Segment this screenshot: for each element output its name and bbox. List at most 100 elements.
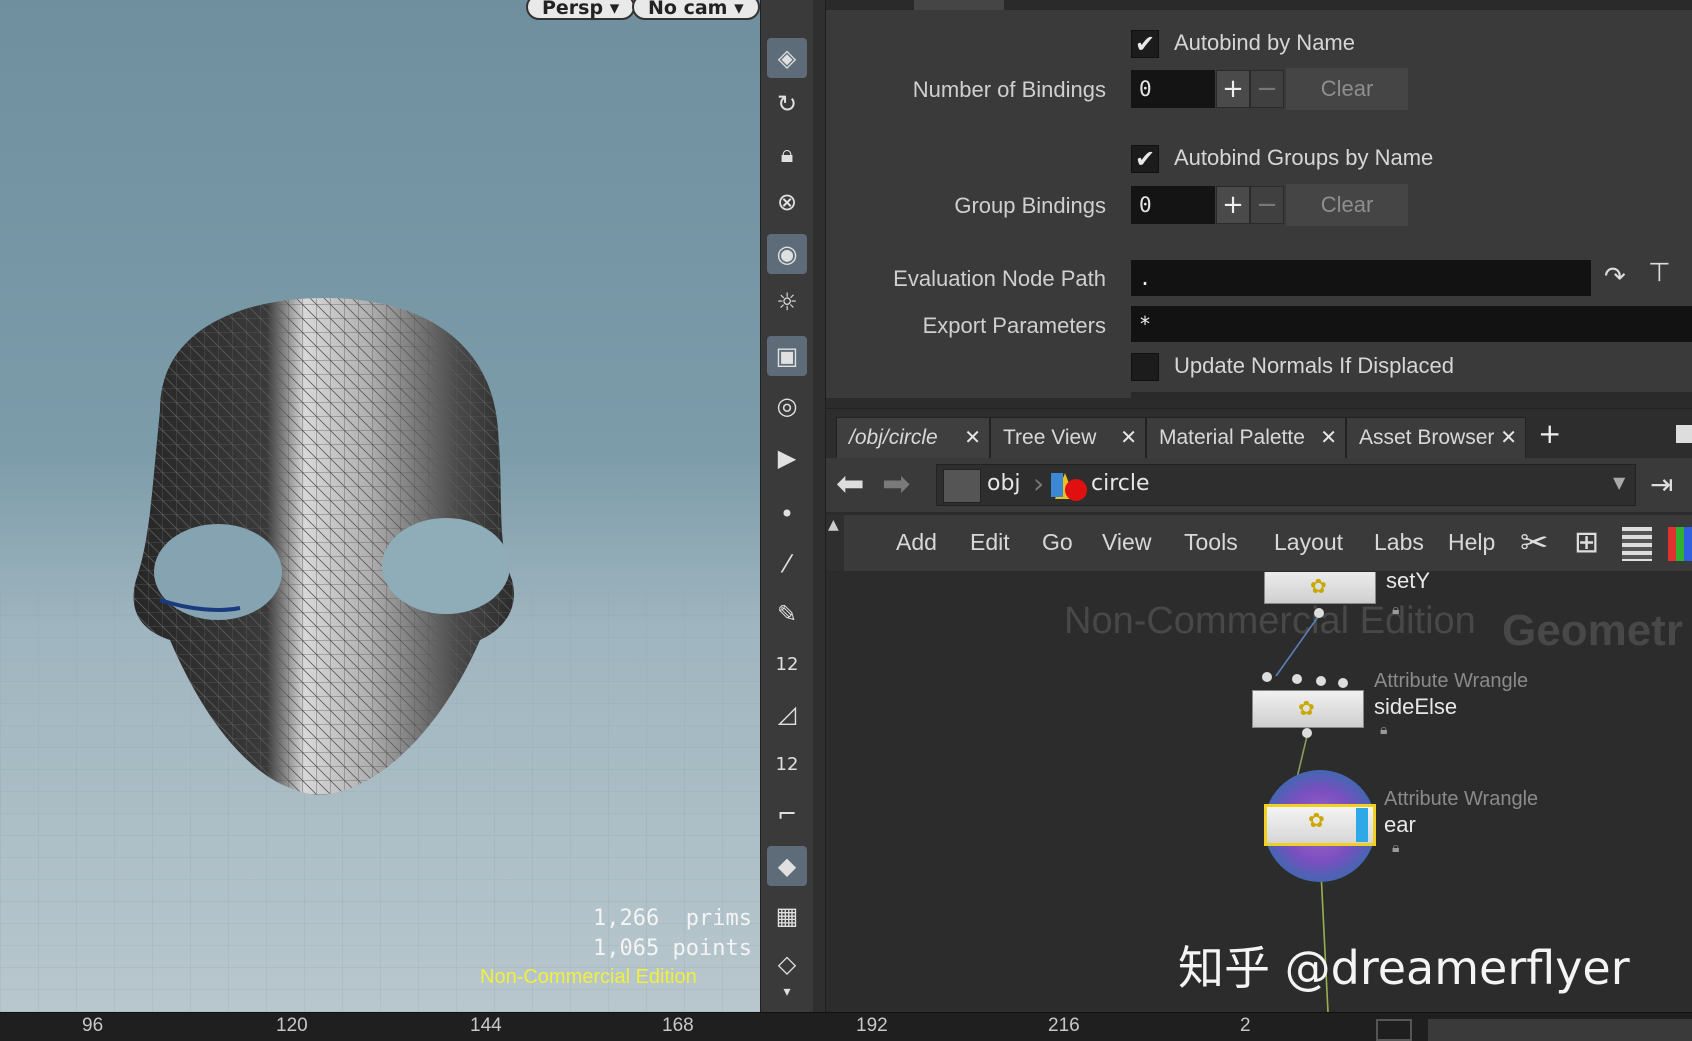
- autobind-groups-label: Autobind Groups by Name: [1174, 145, 1434, 170]
- tab-material-palette[interactable]: Material Palette ✕: [1146, 417, 1346, 459]
- input-connector[interactable]: [1338, 678, 1348, 688]
- playback-eye-icon[interactable]: ▶: [767, 438, 807, 478]
- add-group-binding-button[interactable]: +: [1216, 186, 1250, 224]
- tree-layout-icon[interactable]: ⊞: [1574, 525, 1599, 560]
- node-chooser-icon[interactable]: ⊤: [1648, 258, 1671, 288]
- menu-add[interactable]: Add: [896, 529, 937, 556]
- prims-count: 1,266 prims: [593, 906, 752, 931]
- scroll-up-arrow[interactable]: ▲: [826, 515, 844, 571]
- clear-bindings-button[interactable]: Clear: [1286, 68, 1408, 110]
- node-name-setY: setY: [1386, 572, 1431, 593]
- geometry-object-icon: [1051, 473, 1087, 501]
- scene-viewport[interactable]: Persp ▾ No cam ▾ 1,266 prims 1,065 point…: [0, 0, 760, 1012]
- view-menu-button[interactable]: Persp ▾: [526, 0, 636, 20]
- menu-tools[interactable]: Tools: [1184, 529, 1238, 556]
- surface-icon[interactable]: ◆: [767, 846, 807, 886]
- timeline-tick: 96: [82, 1015, 104, 1036]
- network-menu-bar: ▲ Add Edit Go View Tools Layout Labs Hel…: [826, 515, 1692, 572]
- input-connector[interactable]: [1316, 676, 1326, 686]
- lock-icon: 🔒︎: [1380, 722, 1388, 738]
- remove-binding-button[interactable]: −: [1250, 70, 1284, 108]
- path-bar: ⬅ ➡ obj › circle ▼ ⇥: [826, 458, 1692, 512]
- pin-icon[interactable]: ⇥: [1650, 468, 1673, 501]
- tab-asset-browser[interactable]: Asset Browser ✕: [1346, 417, 1526, 459]
- list-view-icon[interactable]: [1622, 527, 1652, 561]
- close-icon[interactable]: ✕: [1320, 418, 1337, 458]
- shading-cube-icon[interactable]: ▣: [767, 336, 807, 376]
- jump-to-node-icon[interactable]: ↷: [1604, 262, 1626, 292]
- close-icon[interactable]: ✕: [964, 418, 981, 458]
- clear-group-bindings-button[interactable]: Clear: [1286, 184, 1408, 226]
- output-connector[interactable]: [1314, 608, 1324, 618]
- add-tab-icon[interactable]: +: [1538, 417, 1561, 450]
- timeline-tick: 120: [276, 1015, 308, 1036]
- back-arrow-icon[interactable]: ⬅: [836, 464, 865, 504]
- close-icon[interactable]: ✕: [1500, 418, 1517, 458]
- more-tools-icon[interactable]: ▾: [767, 972, 807, 1012]
- breadcrumb-obj[interactable]: obj: [987, 471, 1021, 496]
- prim-numbers-icon[interactable]: 12: [767, 744, 807, 784]
- light-bulb-icon[interactable]: ☼: [767, 282, 807, 322]
- lock-icon: 🔒︎: [1392, 840, 1400, 856]
- uv-checker-icon[interactable]: ▦: [767, 896, 807, 936]
- autobind-by-name-checkbox[interactable]: ✔: [1131, 30, 1159, 58]
- point-display-icon[interactable]: •: [767, 494, 807, 534]
- forward-arrow-icon[interactable]: ➡: [882, 464, 911, 504]
- overlay-watermark: 知乎 @dreamerflyer: [1178, 941, 1630, 995]
- maximize-pane-icon[interactable]: [1676, 425, 1692, 443]
- tab-network[interactable]: /obj/circle ✕: [836, 417, 990, 459]
- grid-plane-icon[interactable]: ◈: [767, 38, 807, 78]
- timeline-handle[interactable]: [1376, 1019, 1412, 1041]
- snap-icon[interactable]: ↻: [767, 84, 807, 124]
- autobind-groups-checkbox[interactable]: ✔: [1131, 145, 1159, 173]
- menu-help[interactable]: Help: [1448, 529, 1495, 556]
- number-of-bindings-field[interactable]: 0: [1131, 70, 1215, 108]
- update-normals-checkbox[interactable]: [1131, 353, 1159, 381]
- display-flag[interactable]: [1356, 808, 1368, 842]
- network-editor[interactable]: Non-Commercial Edition Geometr ✿ setY 🔒︎…: [826, 572, 1692, 1012]
- viewport-toolbar: ◈ ↻ 🔒︎ ⊗ ◉ ☼ ▣ ◎ ▶ • ⁄ ✎ 12 ◿ 12 ⌐ ◆ ▦ ◇…: [760, 0, 814, 1012]
- menu-view[interactable]: View: [1102, 529, 1151, 556]
- headlight-icon[interactable]: ◉: [767, 234, 807, 274]
- remove-group-binding-button[interactable]: −: [1250, 186, 1284, 224]
- menu-layout[interactable]: Layout: [1274, 529, 1343, 556]
- tools-wrench-icon[interactable]: ✂: [1520, 523, 1549, 563]
- timeline-scrollbar[interactable]: [1428, 1019, 1692, 1041]
- close-icon[interactable]: ✕: [1120, 418, 1137, 458]
- timeline-tick: 192: [856, 1015, 888, 1036]
- menu-labs[interactable]: Labs: [1374, 529, 1424, 556]
- add-binding-button[interactable]: +: [1216, 70, 1250, 108]
- color-palette-icon[interactable]: [1668, 527, 1692, 561]
- timeline-ruler[interactable]: 96 120 144 168 192 216 2: [0, 1012, 1692, 1041]
- parameter-pane: ✔ Autobind by Name Number of Bindings 0 …: [826, 0, 1692, 398]
- visibility-eye-icon[interactable]: ◎: [767, 386, 807, 426]
- evaluation-node-path-field[interactable]: .: [1131, 260, 1591, 296]
- brush-icon[interactable]: ⁄: [767, 544, 807, 584]
- wrangle-icon: ✿: [1310, 574, 1327, 598]
- group-bindings-field[interactable]: 0: [1131, 186, 1215, 224]
- normals-icon[interactable]: ◿: [767, 694, 807, 734]
- node-type-ear: Attribute Wrangle: [1384, 788, 1539, 810]
- export-parameters-field[interactable]: *: [1131, 306, 1692, 342]
- chevron-down-icon[interactable]: ▼: [1613, 473, 1625, 492]
- pane-splitter[interactable]: [813, 0, 826, 1012]
- light-off-icon[interactable]: ⊗: [767, 182, 807, 222]
- breadcrumb-circle[interactable]: circle: [1091, 471, 1150, 496]
- menu-edit[interactable]: Edit: [970, 529, 1010, 556]
- input-connector[interactable]: [1262, 672, 1272, 682]
- pane-tab-bar: /obj/circle ✕ Tree View ✕ Material Palette…: [826, 408, 1692, 459]
- pen-icon[interactable]: ✎: [767, 594, 807, 634]
- output-connector[interactable]: [1302, 728, 1312, 738]
- lock-icon[interactable]: 🔒︎: [767, 134, 807, 174]
- curve-icon[interactable]: ⌐: [767, 794, 807, 834]
- point-numbers-icon[interactable]: 12: [767, 644, 807, 684]
- tab-tree-view[interactable]: Tree View ✕: [990, 417, 1146, 459]
- menu-go[interactable]: Go: [1042, 529, 1073, 556]
- node-type-sideElse: Attribute Wrangle: [1374, 670, 1529, 692]
- input-connector[interactable]: [1292, 674, 1302, 684]
- number-of-bindings-label: Number of Bindings: [912, 77, 1106, 102]
- camera-menu-button[interactable]: No cam ▾: [632, 0, 760, 20]
- timeline-tick: 2: [1240, 1015, 1251, 1036]
- group-bindings-label: Group Bindings: [954, 193, 1106, 218]
- timeline-tick: 144: [470, 1015, 502, 1036]
